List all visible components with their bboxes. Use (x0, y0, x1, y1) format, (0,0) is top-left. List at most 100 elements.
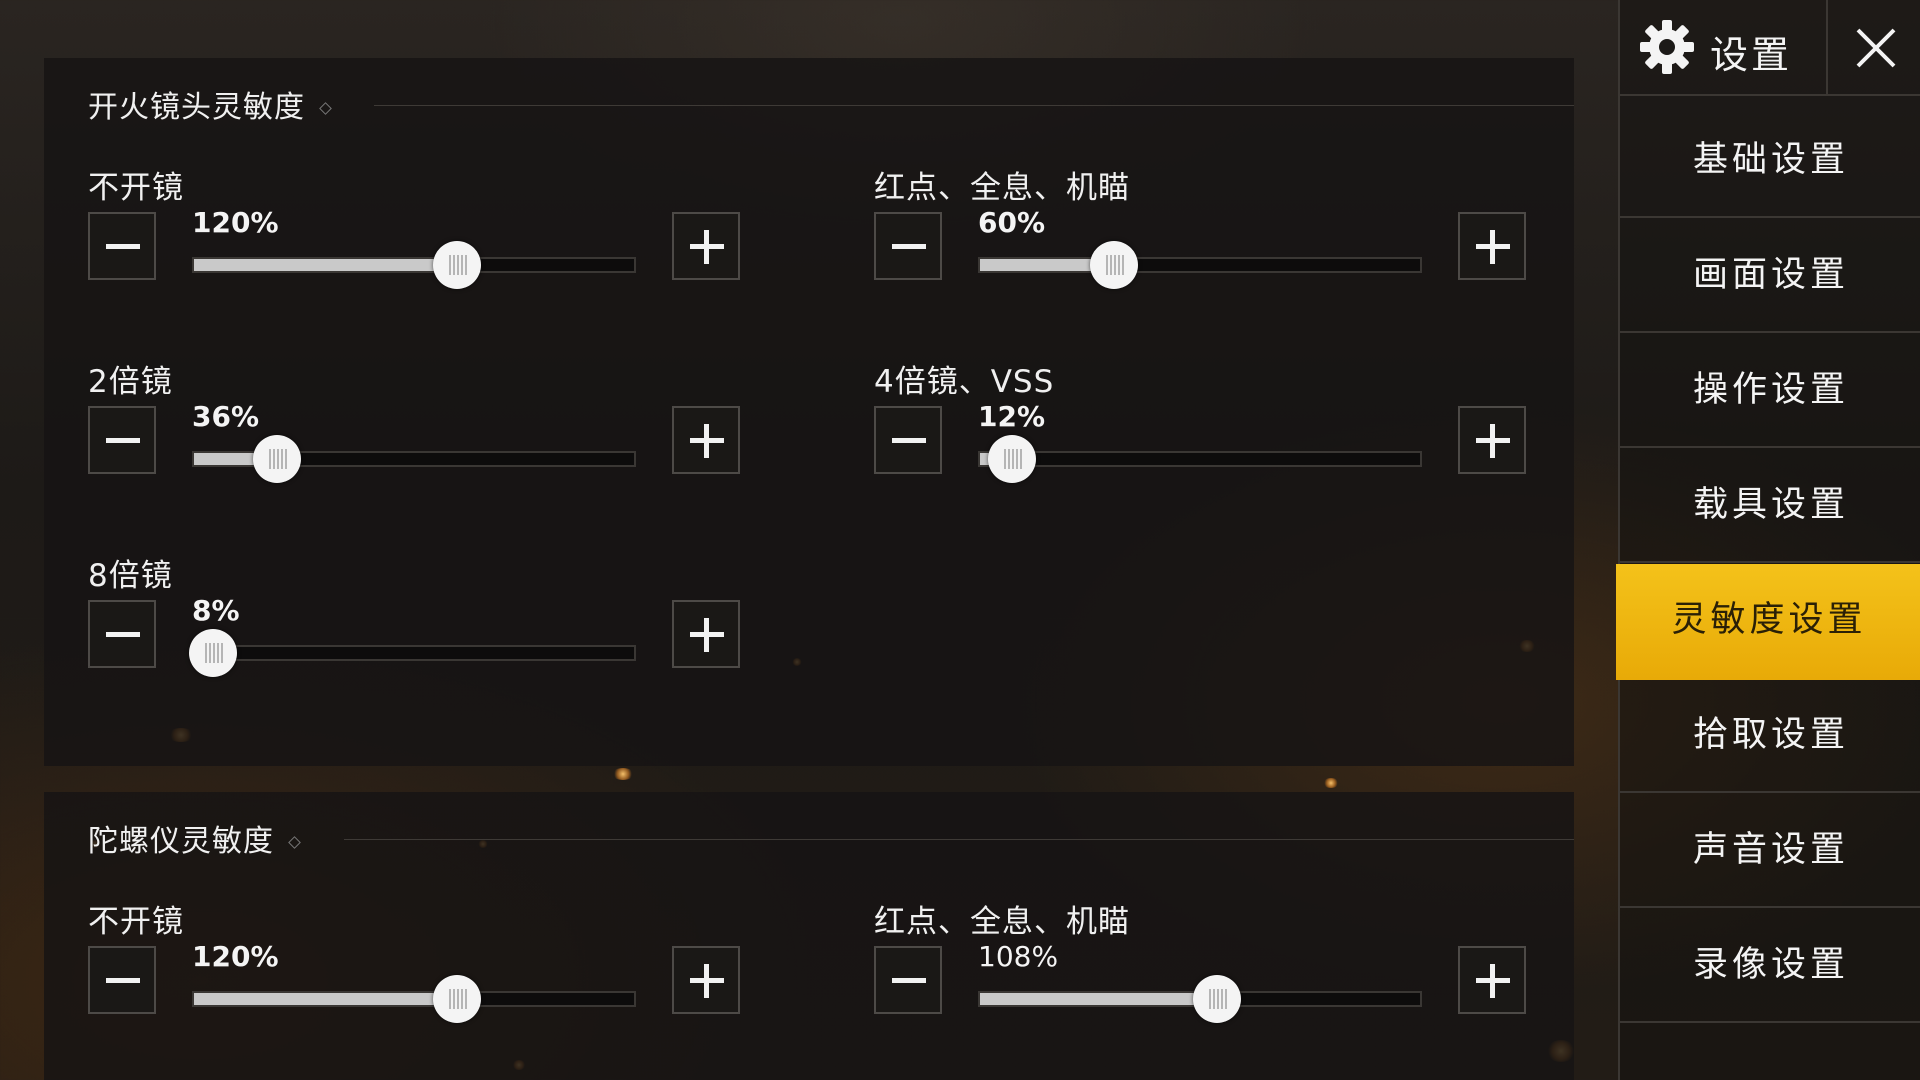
grip-line (461, 255, 463, 275)
ember-particle (1323, 778, 1339, 788)
grip-line (1118, 255, 1120, 275)
sidebar-item[interactable]: 灵敏度设置 (1616, 564, 1920, 680)
slider-value: 108% (978, 940, 1059, 973)
plus-icon-v (704, 424, 709, 458)
slider-label: 不开镜 (88, 904, 184, 940)
section-title-text: 陀螺仪灵敏度 (88, 824, 274, 859)
gear-icon (1640, 20, 1694, 74)
increase-button[interactable] (672, 212, 740, 280)
slider-track[interactable] (192, 991, 636, 1007)
slider-row: 红点、全息、机瞄 108% (874, 896, 1534, 1046)
grip-line (1114, 255, 1116, 275)
grip-line (449, 255, 451, 275)
slider-row: 不开镜 120% (88, 896, 748, 1046)
close-button[interactable] (1826, 0, 1920, 94)
slider-thumb[interactable] (1193, 975, 1241, 1023)
sidebar-title: 设置 (1710, 33, 1793, 77)
slider-track[interactable] (978, 451, 1422, 467)
grip-line (281, 449, 283, 469)
slider-row: 不开镜 120% (88, 162, 748, 312)
settings-sidebar: 设置 基础设置 画面设置 操作设置 载具设置 灵敏度设置 拾取设置 声音设置 录像设置 (1616, 0, 1920, 1080)
grip-line (1209, 989, 1211, 1009)
decrease-button[interactable] (88, 600, 156, 668)
slider-thumb[interactable] (253, 435, 301, 483)
slider-value: 120% (192, 206, 279, 239)
increase-button[interactable] (1458, 946, 1526, 1014)
grip-line (449, 989, 451, 1009)
slider-row: 2倍镜 36% (88, 356, 748, 506)
decrease-button[interactable] (88, 946, 156, 1014)
grip-line (221, 643, 223, 663)
sidebar-item[interactable]: 声音设置 (1620, 794, 1920, 908)
ember-particle (612, 768, 634, 780)
slider-fill (194, 993, 459, 1005)
slider-label: 不开镜 (88, 170, 184, 206)
diamond-icon (288, 836, 301, 849)
slider-value: 8% (192, 594, 240, 627)
slider-value: 60% (978, 206, 1046, 239)
slider-label: 红点、全息、机瞄 (874, 904, 1130, 940)
sidebar-item[interactable]: 画面设置 (1620, 219, 1920, 333)
sidebar-item[interactable]: 载具设置 (1620, 449, 1920, 563)
slider-track[interactable] (192, 645, 636, 661)
increase-button[interactable] (672, 406, 740, 474)
decrease-button[interactable] (88, 406, 156, 474)
slider-value: 120% (192, 940, 279, 973)
increase-button[interactable] (672, 946, 740, 1014)
sidebar-header: 设置 (1620, 0, 1920, 96)
minus-icon (106, 978, 140, 983)
sidebar-item[interactable]: 基础设置 (1620, 104, 1920, 218)
fire-sensitivity-panel: 开火镜头灵敏度 不开镜 120% 红点、全息、机瞄 60% 2倍镜 36% 4倍… (44, 58, 1574, 766)
grip-line (457, 255, 459, 275)
increase-button[interactable] (1458, 212, 1526, 280)
minus-icon (106, 244, 140, 249)
slider-thumb[interactable] (433, 975, 481, 1023)
grip-line (277, 449, 279, 469)
slider-thumb[interactable] (189, 629, 237, 677)
slider-track[interactable] (978, 257, 1422, 273)
sidebar-item[interactable]: 录像设置 (1620, 909, 1920, 1023)
grip-line (205, 643, 207, 663)
grip-line (453, 255, 455, 275)
slider-label: 2倍镜 (88, 364, 173, 400)
plus-icon-v (704, 230, 709, 264)
grip-line (273, 449, 275, 469)
increase-button[interactable] (1458, 406, 1526, 474)
diamond-icon (319, 102, 332, 115)
slider-label: 8倍镜 (88, 558, 173, 594)
plus-icon-v (1490, 424, 1495, 458)
increase-button[interactable] (672, 600, 740, 668)
sidebar-item[interactable]: 拾取设置 (1620, 679, 1920, 793)
grip-line (1213, 989, 1215, 1009)
sidebar-item[interactable]: 操作设置 (1620, 334, 1920, 448)
grip-line (1221, 989, 1223, 1009)
gyro-sensitivity-panel: 陀螺仪灵敏度 不开镜 120% 红点、全息、机瞄 108% (44, 792, 1574, 1080)
slider-thumb[interactable] (988, 435, 1036, 483)
grip-line (465, 989, 467, 1009)
grip-line (285, 449, 287, 469)
grip-line (209, 643, 211, 663)
decrease-button[interactable] (874, 406, 942, 474)
decrease-button[interactable] (874, 946, 942, 1014)
grip-line (457, 989, 459, 1009)
grip-line (1110, 255, 1112, 275)
slider-track[interactable] (192, 257, 636, 273)
plus-icon-v (1490, 964, 1495, 998)
slider-thumb[interactable] (433, 241, 481, 289)
grip-line (1020, 449, 1022, 469)
slider-label: 红点、全息、机瞄 (874, 170, 1130, 206)
grip-line (465, 255, 467, 275)
slider-row: 8倍镜 8% (88, 550, 748, 700)
grip-line (461, 989, 463, 1009)
grip-line (1008, 449, 1010, 469)
decrease-button[interactable] (88, 212, 156, 280)
decrease-button[interactable] (874, 212, 942, 280)
slider-label: 4倍镜、VSS (874, 364, 1055, 400)
grip-line (1122, 255, 1124, 275)
grip-line (213, 643, 215, 663)
slider-thumb[interactable] (1090, 241, 1138, 289)
minus-icon (892, 978, 926, 983)
grip-line (1225, 989, 1227, 1009)
minus-icon (106, 632, 140, 637)
grip-line (1106, 255, 1108, 275)
